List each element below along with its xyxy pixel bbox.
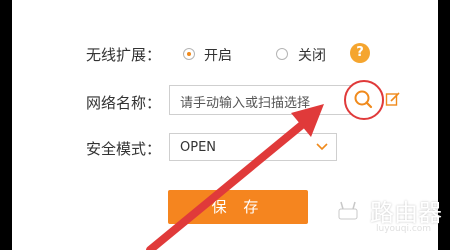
site-watermark: 路由器 luyouqi.com <box>330 188 442 238</box>
router-logo-icon <box>330 194 366 230</box>
watermark-subtext: luyouqi.com <box>376 224 432 234</box>
watermark-text: 路由器 <box>370 199 442 227</box>
